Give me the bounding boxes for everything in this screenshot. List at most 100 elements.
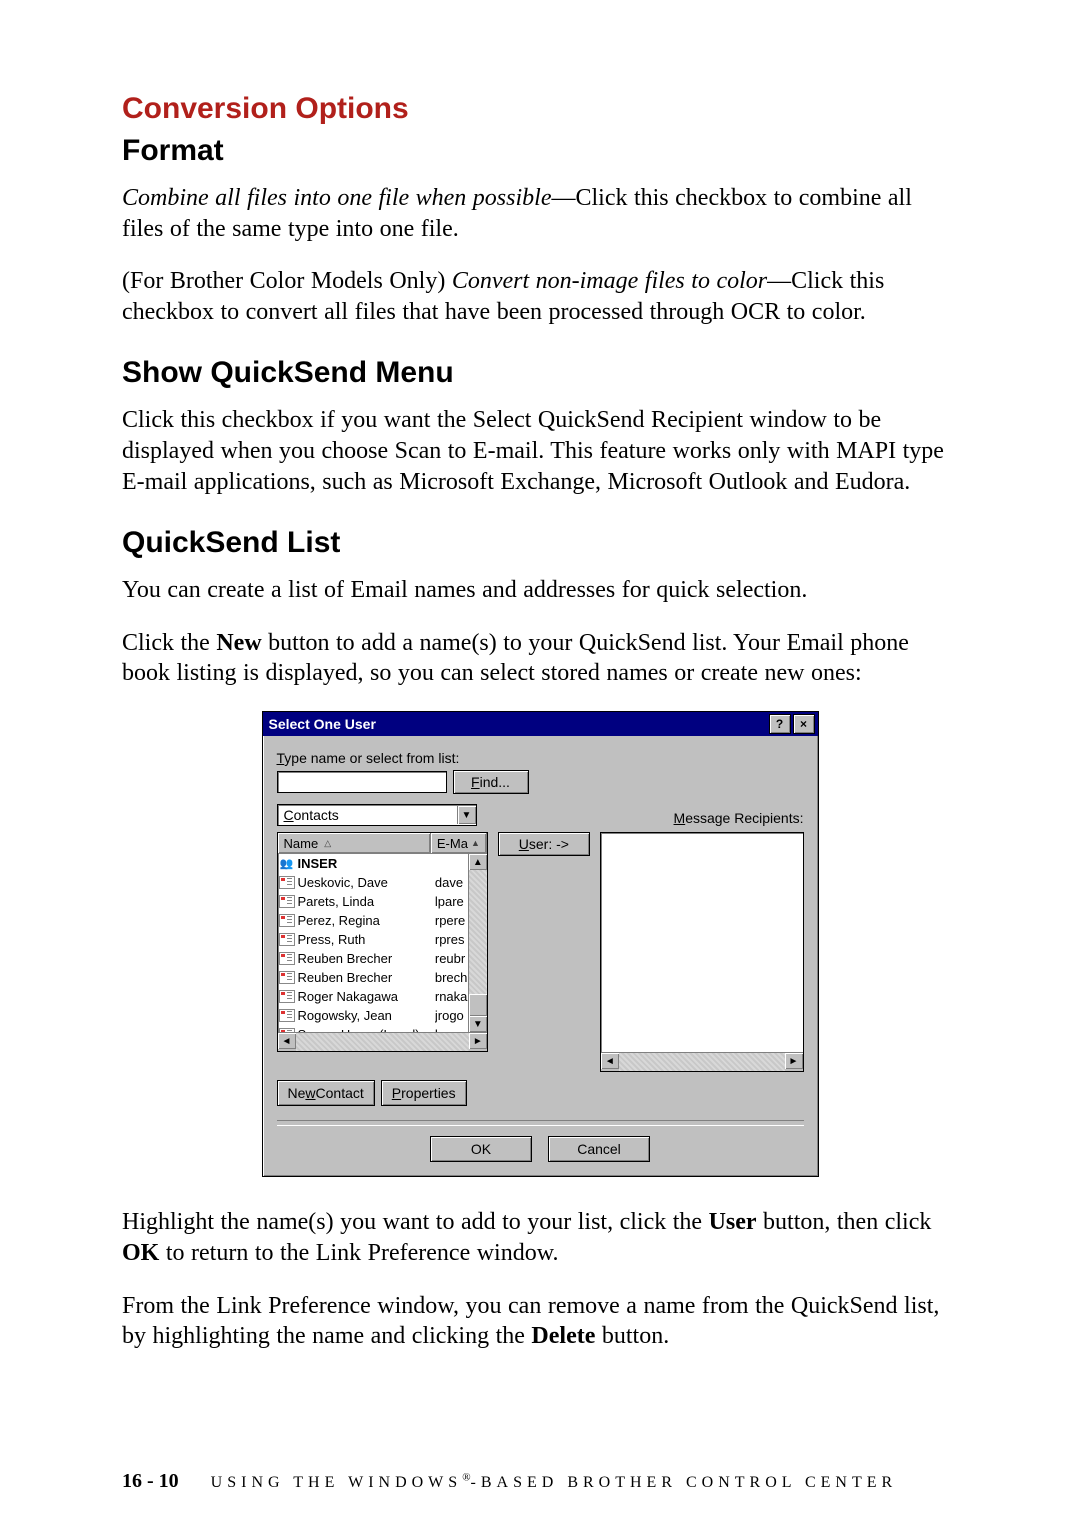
address-book-dropdown[interactable]: Contacts ▼ [277,804,477,826]
list-rows: 👥INSERUeskovic, DavedaveParets, Lindalpa… [278,854,487,1032]
mnemonic: U [519,836,529,852]
page-number: 16 - 10 [122,1470,179,1492]
heading-show-quicksend: Show QuickSend Menu [122,354,958,392]
heading-conversion-options: Conversion Options [122,90,958,128]
list-item[interactable]: Perez, Reginarpere [278,911,487,930]
horizontal-scrollbar[interactable]: ◄ ► [278,1032,487,1051]
list-item[interactable]: Parets, Lindalpare [278,892,487,911]
help-button[interactable]: ? [769,714,791,734]
text: Click the [122,630,216,656]
type-name-label: Type name or select from list: [277,750,804,766]
list-item[interactable]: Roger Nakagawarnaka [278,987,487,1006]
contact-name: Reuben Brecher [296,970,435,985]
contacts-listbox[interactable]: Name △ E-Ma ▲ 👥INSERUeskovic, DavedavePa… [277,832,488,1052]
contact-card-icon [278,971,296,984]
horizontal-scrollbar[interactable]: ◄ ► [601,1052,803,1071]
registered-icon: ® [462,1472,470,1484]
contact-card-icon [279,971,295,984]
select-one-user-dialog: Select One User ? × Type name or select … [262,711,819,1177]
recipients-listbox[interactable]: ◄ ► [600,832,804,1072]
find-button[interactable]: Find... [453,770,529,794]
scroll-up-icon[interactable]: ▲ [469,854,487,870]
group-icon: 👥 [280,858,294,870]
separator [277,1120,804,1126]
contact-name: Press, Ruth [296,932,435,947]
list-item[interactable]: 👥INSER [278,854,487,873]
group-icon: 👥 [278,858,296,870]
text: button, then click [757,1209,932,1235]
list-item[interactable]: Rogowsky, Jeanjrogo [278,1006,487,1025]
contact-card-icon [279,952,295,965]
text: Contact [316,1085,364,1101]
sort-asc-icon: △ [324,838,331,849]
contact-card-icon [278,876,296,889]
text: ind... [480,774,510,790]
paragraph-combine: Combine all files into one file when pos… [122,183,958,244]
text: ser: -> [529,836,569,852]
contact-card-icon [279,914,295,927]
contact-card-icon [278,952,296,965]
chevron-down-icon: ▼ [457,806,476,824]
paragraph-show-quicksend: Click this checkbox if you want the Sele… [122,405,958,497]
list-item[interactable]: Sacco, Henry (Legal)hsac [278,1025,487,1032]
search-input[interactable] [277,771,447,793]
list-item[interactable]: Press, Ruthrpres [278,930,487,949]
paragraph-delete: From the Link Preference window, you can… [122,1291,958,1352]
new-contact-button[interactable]: New Contact [277,1080,375,1106]
scrollbar-thumb[interactable] [469,994,487,1016]
contact-card-icon [278,914,296,927]
text: ype name or select from list: [284,750,459,766]
chapter-title: USING THE WINDOWS®-BASED BROTHER CONTROL… [211,1474,898,1491]
contact-card-icon [278,895,296,908]
scroll-left-icon[interactable]: ◄ [278,1033,296,1049]
contact-card-icon [278,1028,296,1032]
contact-card-icon [279,1009,295,1022]
user-button[interactable]: User: -> [498,832,590,856]
contact-card-icon [279,1028,295,1032]
list-header: Name △ E-Ma ▲ [278,833,487,854]
scrollbar-track[interactable] [296,1033,469,1051]
text: Ne [288,1085,306,1101]
bold-ok: OK [122,1240,159,1266]
heading-format: Format [122,132,958,170]
contact-name: Parets, Linda [296,894,435,909]
list-item[interactable]: Reuben Brecherreubr [278,949,487,968]
paragraph-highlight-user: Highlight the name(s) you want to add to… [122,1207,958,1268]
contact-name: Ueskovic, Dave [296,875,435,890]
properties-button[interactable]: Properties [381,1080,467,1106]
contact-name: Sacco, Henry (Legal) [296,1027,435,1032]
heading-quicksend-list: QuickSend List [122,524,958,562]
contact-card-icon [278,990,296,1003]
contact-name: Reuben Brecher [296,951,435,966]
contact-card-icon [279,895,295,908]
dialog-title: Select One User [269,716,376,732]
contact-name: INSER [296,856,435,871]
scroll-left-icon[interactable]: ◄ [601,1053,619,1069]
mnemonic: M [674,810,686,826]
message-recipients-label: Message Recipients: [674,810,804,826]
bold-delete: Delete [531,1323,595,1349]
list-item[interactable]: Reuben Brecherbrech [278,968,487,987]
scroll-right-icon[interactable]: ► [469,1033,487,1049]
contact-name: Rogowsky, Jean [296,1008,435,1023]
text: essage Recipients: [685,810,803,826]
scroll-right-icon[interactable]: ► [785,1053,803,1069]
ok-button[interactable]: OK [430,1136,532,1162]
column-header-email[interactable]: E-Ma ▲ [431,833,487,853]
text: to return to the Link Preference window. [159,1240,558,1266]
bold-new: New [216,630,261,656]
cancel-button[interactable]: Cancel [548,1136,650,1162]
list-item[interactable]: Ueskovic, Davedave [278,873,487,892]
scrollbar-track[interactable] [619,1053,785,1071]
vertical-scrollbar[interactable]: ▲ ▼ [468,854,487,1032]
mnemonic: w [305,1085,315,1101]
close-button[interactable]: × [793,714,815,734]
column-header-name[interactable]: Name △ [278,833,431,853]
text: button. [595,1323,669,1349]
paragraph-convert-color: (For Brother Color Models Only) Convert … [122,266,958,327]
paragraph-click-new: Click the New button to add a name(s) to… [122,628,958,689]
page-footer: 16 - 10 USING THE WINDOWS®-BASED BROTHER… [122,1470,897,1493]
mnemonic: C [284,807,294,823]
mnemonic: P [392,1085,401,1101]
scroll-down-icon[interactable]: ▼ [469,1016,487,1032]
